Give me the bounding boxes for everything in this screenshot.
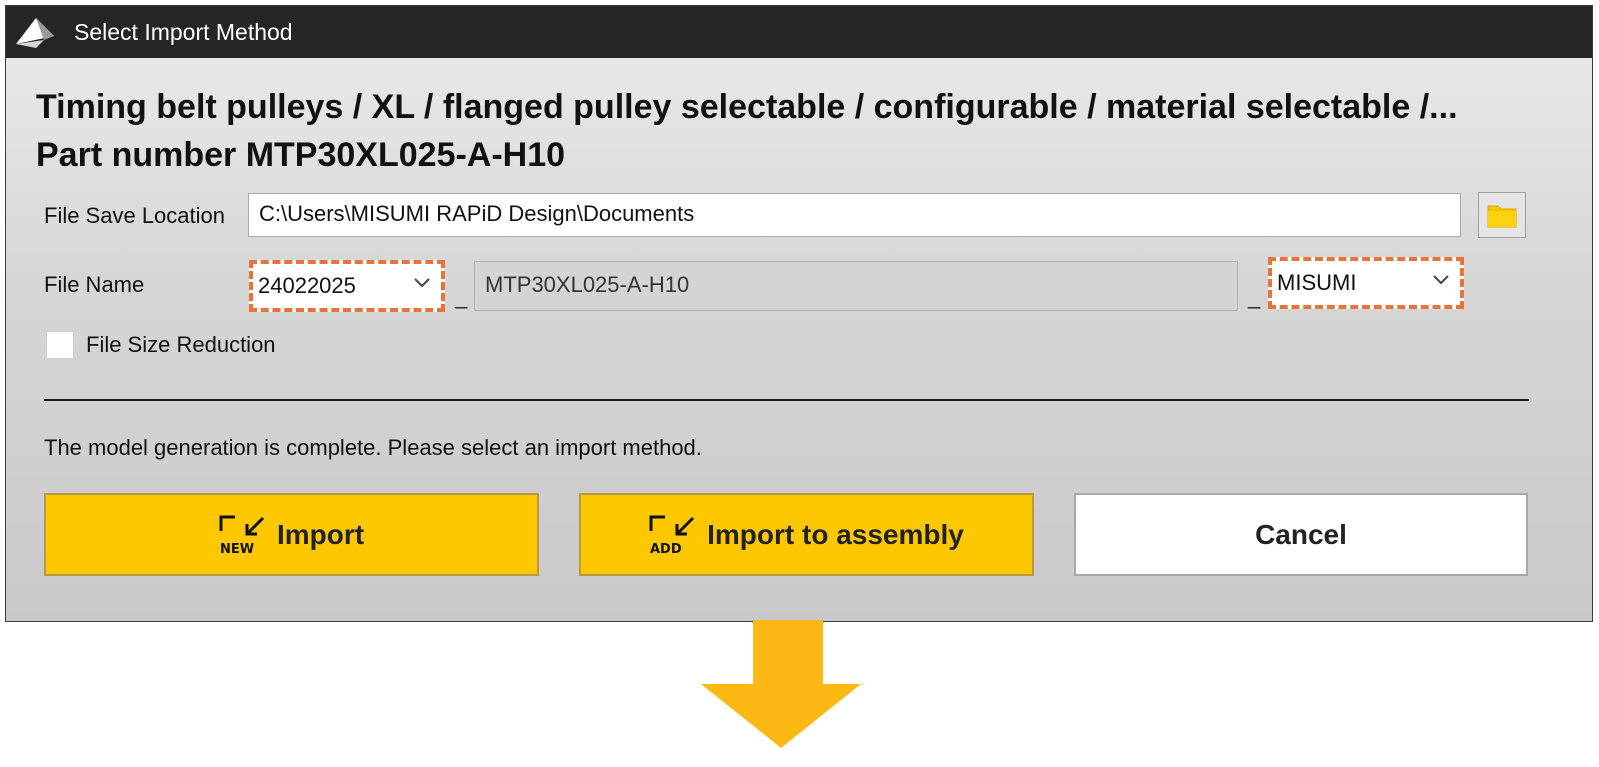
- browse-folder-button[interactable]: [1478, 192, 1526, 238]
- import-add-icon-text: ADD: [650, 542, 682, 555]
- file-name-prefix-dropdown[interactable]: 24022025: [249, 260, 445, 312]
- separator: _: [455, 284, 468, 309]
- divider: [44, 399, 1529, 401]
- import-new-icon: NEW: [219, 515, 264, 555]
- separator: _: [1248, 284, 1261, 309]
- import-to-assembly-button-label: Import to assembly: [707, 518, 964, 550]
- file-size-reduction-checkbox[interactable]: [46, 331, 74, 359]
- cancel-button-label: Cancel: [1255, 518, 1347, 550]
- part-number-heading: Part number MTP30XL025-A-H10: [36, 136, 566, 174]
- save-location-label: File Save Location: [44, 203, 225, 228]
- window-title: Select Import Method: [74, 19, 293, 45]
- misumi-logo-icon: [16, 18, 54, 48]
- title-bar: Select Import Method: [6, 6, 1592, 58]
- import-to-assembly-button[interactable]: ADD Import to assembly: [579, 493, 1034, 576]
- product-title: Timing belt pulleys / XL / flanged pulle…: [36, 88, 1458, 126]
- import-add-icon: ADD: [649, 515, 695, 555]
- chevron-down-icon: [1433, 275, 1449, 285]
- arrow-down-icon: [701, 620, 861, 748]
- import-button-label: Import: [276, 518, 365, 550]
- suffix-value: MISUMI: [1277, 270, 1357, 295]
- file-name-suffix-dropdown[interactable]: MISUMI: [1268, 257, 1464, 309]
- folder-icon: [1487, 205, 1517, 228]
- part-number-field: MTP30XL025-A-H10: [474, 261, 1238, 311]
- file-name-label: File Name: [44, 272, 145, 297]
- file-size-reduction-label: File Size Reduction: [86, 332, 276, 357]
- save-location-input[interactable]: C:\Users\MISUMI RAPiD Design\Documents: [248, 193, 1461, 237]
- import-new-icon-text: NEW: [220, 542, 254, 555]
- select-import-method-dialog: Select Import Method Timing belt pulleys…: [5, 5, 1593, 622]
- import-button[interactable]: NEW Import: [44, 493, 539, 576]
- prefix-value: 24022025: [258, 273, 356, 298]
- chevron-down-icon: [414, 278, 430, 288]
- status-message: The model generation is complete. Please…: [44, 435, 702, 460]
- cancel-button[interactable]: Cancel: [1074, 493, 1528, 576]
